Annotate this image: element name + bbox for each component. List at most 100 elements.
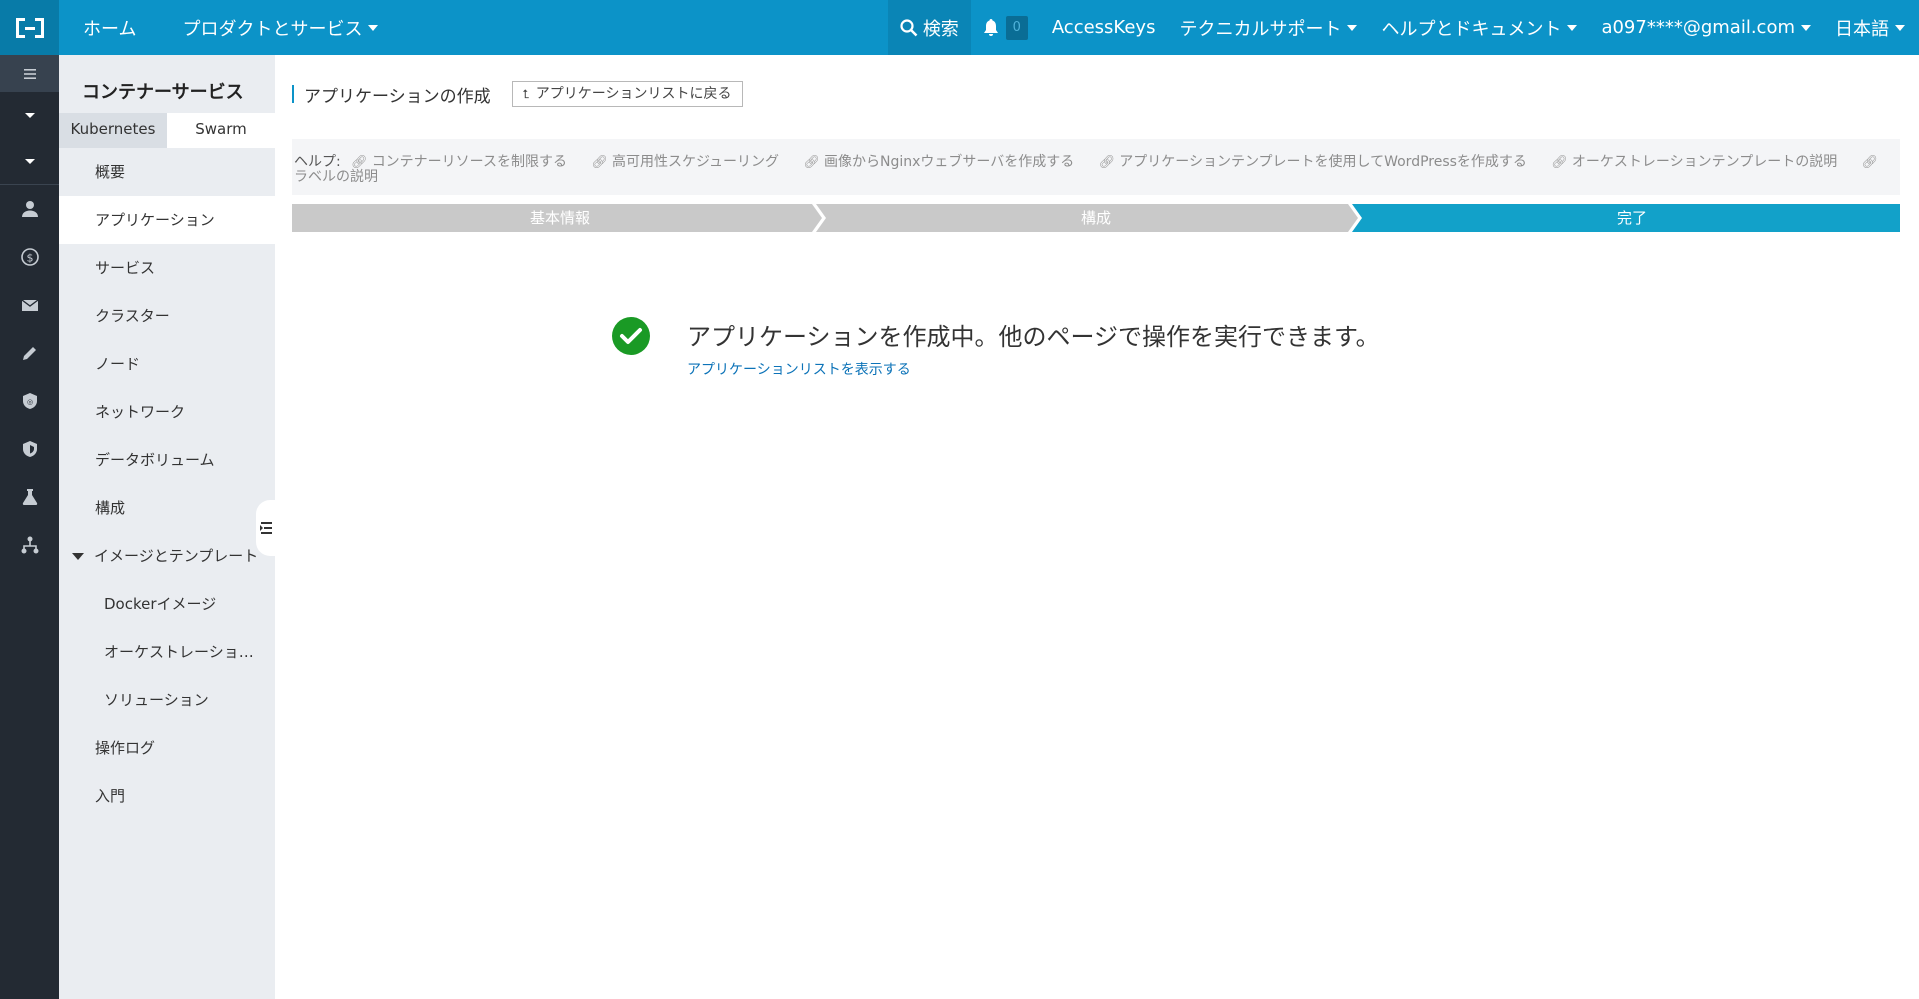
mail-icon [21, 299, 38, 311]
rail-security-center[interactable]: ◎ [0, 377, 59, 425]
sidebar-title: コンテナーサービス [82, 82, 244, 103]
chevron-down-icon [1347, 24, 1358, 31]
chevron-down-icon [1567, 24, 1578, 31]
sidebar-item-orchestration[interactable]: オーケストレーショ… [59, 628, 275, 676]
sidebar-item-applications[interactable]: アプリケーション [59, 196, 275, 244]
tab-swarm[interactable]: Swarm [167, 113, 275, 148]
shield-icon [22, 441, 37, 457]
notification-count-badge: 0 [1005, 15, 1028, 40]
caret-down-icon [72, 553, 84, 560]
sidebar-item-clusters[interactable]: クラスター [59, 292, 275, 340]
rail-messages[interactable] [0, 281, 59, 329]
help-link-labels[interactable]: ラベルの説明 [294, 169, 378, 185]
hamburger-icon [23, 68, 36, 79]
step-done-label: 完了 [1617, 209, 1647, 227]
search-label: 検索 [922, 18, 959, 40]
service-sidebar: コンテナーサービス Kubernetes Swarm 概要 アプリケーション サ… [59, 55, 275, 999]
help-link-ha-scheduling[interactable]: 高可用性スケジューリング [612, 154, 779, 170]
help-link-orchestration-template[interactable]: オーケストレーションテンプレートの説明 [1572, 154, 1837, 170]
link-icon: 🔗︎ [1098, 155, 1116, 170]
back-button-label: アプリケーションリストに戻る [535, 86, 732, 102]
flask-icon [22, 489, 37, 505]
help-label: ヘルプ: [294, 154, 341, 170]
nav-docs-label: ヘルプとドキュメント [1381, 18, 1562, 40]
account-label: a097****@gmail.com [1601, 17, 1795, 38]
collapse-menu-icon [260, 522, 272, 534]
step-basic-info-label: 基本情報 [530, 209, 590, 227]
sidebar-group-label: イメージとテンプレート [94, 547, 259, 565]
user-icon [21, 201, 38, 217]
rail-network[interactable] [0, 521, 59, 569]
chevron-down-icon [1895, 24, 1905, 31]
link-icon: 🔗︎ [803, 155, 820, 170]
rail-expand-button-2[interactable] [0, 138, 59, 184]
sidebar-item-operation-log[interactable]: 操作ログ [59, 724, 275, 772]
sidebar-group-images-templates[interactable]: イメージとテンプレート [59, 532, 275, 580]
page-header: アプリケーションの作成 ⮤ アプリケーションリストに戻る [292, 81, 743, 107]
help-link-nginx[interactable]: 画像からNginxウェブサーバを作成する [824, 154, 1074, 170]
top-navbar: ホーム プロダクトとサービス 検索 0 AccessKeys テクニカルサポート… [0, 0, 1919, 55]
rail-user[interactable] [0, 185, 59, 233]
search-button[interactable]: 検索 [887, 0, 971, 55]
svg-text:$: $ [26, 252, 33, 265]
dollar-icon: $ [20, 248, 39, 266]
link-icon: 🔗︎ [591, 155, 608, 170]
rail-billing[interactable]: $ [0, 233, 59, 281]
network-topology-icon [21, 536, 38, 554]
wizard-steps: 基本情報 構成 完了 [292, 204, 1900, 232]
language-label: 日本語 [1835, 18, 1889, 40]
sidebar-item-volumes[interactable]: データボリューム [59, 436, 275, 484]
search-icon [900, 18, 918, 36]
back-arrow-icon: ⮤ [522, 87, 530, 101]
nav-support-label: テクニカルサポート [1179, 18, 1342, 40]
help-bar: ヘルプ: 🔗︎ コンテナーリソースを制限する 🔗︎ 高可用性スケジューリング 🔗︎ 画… [292, 139, 1900, 195]
icon-rail: $ ◎ [0, 55, 59, 999]
chevron-down-icon [368, 24, 379, 31]
link-icon: 🔗︎ [1551, 155, 1568, 170]
nav-products[interactable]: プロダクトとサービス [159, 0, 401, 55]
shield-badge-icon: ◎ [22, 393, 37, 409]
nav-support[interactable]: テクニカルサポート [1167, 0, 1369, 55]
sidebar-item-services[interactable]: サービス [59, 244, 275, 292]
caret-down-icon [24, 159, 35, 164]
title-accent-bar [292, 85, 294, 103]
nav-accesskeys[interactable]: AccessKeys [1040, 0, 1168, 55]
sidebar-item-getting-started[interactable]: 入門 [59, 772, 275, 820]
sidebar-collapse-button[interactable] [256, 500, 276, 556]
nav-products-label: プロダクトとサービス [182, 18, 363, 40]
language-menu[interactable]: 日本語 [1823, 0, 1919, 55]
link-icon: 🔗︎ [1861, 155, 1879, 170]
aliyun-logo-icon[interactable] [0, 0, 59, 55]
sidebar-item-network[interactable]: ネットワーク [59, 388, 275, 436]
rail-lab[interactable] [0, 473, 59, 521]
page-title: アプリケーションの作成 [304, 86, 491, 107]
rail-expand-button-1[interactable] [0, 92, 59, 138]
help-link-resource-limits[interactable]: コンテナーリソースを制限する [372, 154, 567, 170]
svg-text:◎: ◎ [26, 398, 32, 406]
notifications-button[interactable]: 0 [971, 0, 1040, 55]
rail-shield[interactable] [0, 425, 59, 473]
nav-home[interactable]: ホーム [59, 0, 159, 55]
help-link-wordpress[interactable]: アプリケーションテンプレートを使用してWordPressを作成する [1119, 154, 1527, 170]
sidebar-item-configs[interactable]: 構成 [59, 484, 275, 532]
sidebar-item-solutions[interactable]: ソリューション [59, 676, 275, 724]
success-check-icon [612, 317, 650, 355]
view-app-list-link[interactable]: アプリケーションリストを表示する [687, 359, 911, 379]
sidebar-item-docker-images[interactable]: Dockerイメージ [59, 580, 275, 628]
success-message: アプリケーションを作成中。他のページで操作を実行できます。 [687, 323, 1380, 351]
pencil-icon [22, 347, 36, 360]
nav-docs[interactable]: ヘルプとドキュメント [1369, 0, 1589, 55]
sidebar-item-nodes[interactable]: ノード [59, 340, 275, 388]
bell-icon [983, 18, 998, 36]
tab-kubernetes[interactable]: Kubernetes [59, 113, 167, 148]
caret-down-icon [24, 113, 35, 118]
step-config-label: 構成 [1081, 209, 1111, 227]
sidebar-tabs: Kubernetes Swarm [59, 113, 275, 148]
chevron-down-icon [1801, 24, 1811, 31]
back-to-app-list-button[interactable]: ⮤ アプリケーションリストに戻る [511, 81, 743, 107]
rail-edit[interactable] [0, 329, 59, 377]
link-icon: 🔗︎ [351, 155, 368, 170]
sidebar-item-overview[interactable]: 概要 [59, 148, 275, 196]
account-menu[interactable]: a097****@gmail.com [1589, 0, 1823, 55]
menu-toggle-button[interactable] [0, 55, 59, 92]
